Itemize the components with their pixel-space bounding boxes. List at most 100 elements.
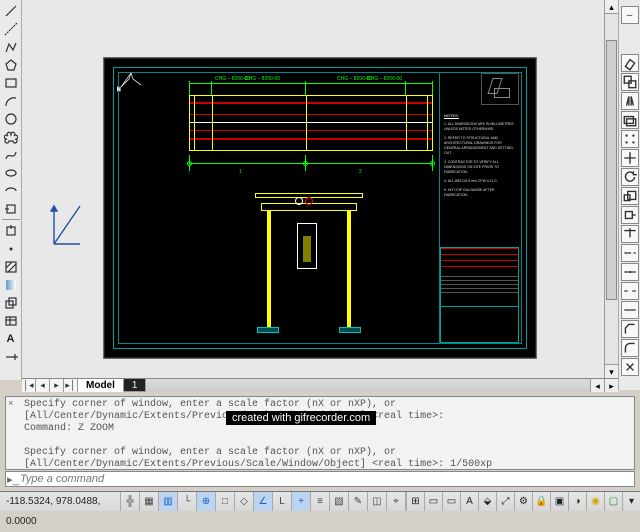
toggle-dyn[interactable]: + (292, 492, 311, 511)
move-tool[interactable] (621, 149, 639, 167)
break-at-point-tool[interactable] (621, 263, 639, 281)
polygon-tool[interactable] (2, 56, 20, 73)
toggle-3dosnap[interactable]: ◇ (235, 492, 254, 511)
tab-nav-next-icon[interactable]: ▸ (50, 379, 64, 392)
annotation-scale-icon[interactable]: A (460, 492, 478, 511)
table-tool[interactable] (2, 312, 20, 329)
dim-label: CHG – 8200-00 (245, 76, 280, 82)
workspace-switch-icon[interactable]: ⚙ (514, 492, 532, 511)
construction-line-tool[interactable] (2, 20, 20, 37)
erase-tool[interactable] (621, 54, 639, 72)
hscroll-right-icon[interactable]: ▸ (604, 379, 618, 392)
annotation-visibility-icon[interactable]: ⬙ (478, 492, 496, 511)
ucs-icon (50, 200, 82, 248)
tab-nav-prev-icon[interactable]: ◂ (36, 379, 50, 392)
toolbar-separator (2, 219, 20, 220)
toggle-grid[interactable]: ▥ (159, 492, 178, 511)
copy-tool[interactable] (621, 73, 639, 91)
array-tool[interactable] (621, 130, 639, 148)
drafting-toggles: ╬ ▦ ▥ └ ⊕ □ ◇ ∠ L + ≡ ▧ ✎ ◫ ⌖ (121, 492, 406, 511)
toggle-osnap[interactable]: □ (216, 492, 235, 511)
status-bar: -118.5324, 978.0488, 0.0000 ╬ ▦ ▥ └ ⊕ □ … (0, 491, 640, 511)
chamfer-tool[interactable] (621, 320, 639, 338)
svg-text:N: N (117, 87, 121, 93)
drawing-area[interactable]: N CHG – 8200-00 CHG – 8200-00 CHG – 8200… (22, 0, 618, 378)
tab-layout-1[interactable]: 1 (124, 379, 147, 392)
section-view (261, 193, 357, 333)
toggle-qp[interactable]: ✎ (349, 492, 368, 511)
mirror-tool[interactable] (621, 92, 639, 110)
hscroll-left-icon[interactable]: ◂ (590, 379, 604, 392)
line-tool[interactable] (2, 2, 20, 19)
arc-tool[interactable] (2, 92, 20, 109)
rotate-tool[interactable] (621, 168, 639, 186)
command-history[interactable]: × Specify corner of window, enter a scal… (5, 396, 635, 470)
toggle-ducs[interactable]: L (273, 492, 292, 511)
hscroll-track[interactable] (146, 379, 590, 392)
grid-label: 1 (239, 169, 242, 175)
modify-toolbar: – (618, 0, 640, 390)
model-paper-toggle[interactable]: ⊞ (406, 492, 424, 511)
tab-model[interactable]: Model (78, 379, 124, 392)
insert-block-tool[interactable] (2, 200, 20, 217)
toggle-sc[interactable]: ◫ (368, 492, 387, 511)
paper-space-viewport[interactable]: N CHG – 8200-00 CHG – 8200-00 CHG – 8200… (104, 58, 536, 358)
polyline-tool[interactable] (2, 38, 20, 55)
mtext-tool[interactable]: A (2, 330, 20, 347)
isolate-objects-icon[interactable]: ◑ (568, 492, 586, 511)
dimension-line-top: CHG – 8200-00 CHG – 8200-00 CHG – 8200-0… (189, 81, 433, 95)
addline-tool[interactable] (2, 348, 20, 365)
gradient-tool[interactable] (2, 276, 20, 293)
spline-tool[interactable] (2, 146, 20, 163)
customize-icon[interactable]: ▾ (622, 492, 640, 511)
elevation-view (189, 95, 433, 151)
vscroll-thumb[interactable] (606, 40, 617, 300)
clean-screen-icon[interactable]: ▢ (604, 492, 622, 511)
coordinate-readout[interactable]: -118.5324, 978.0488, 0.0000 (0, 492, 121, 511)
vscroll-up-icon[interactable]: ▴ (605, 0, 618, 14)
command-line[interactable]: ▸_ (5, 471, 635, 487)
window-minimize-icon[interactable]: – (621, 6, 639, 24)
region-tool[interactable] (2, 294, 20, 311)
break-tool[interactable] (621, 282, 639, 300)
rectangle-tool[interactable] (2, 74, 20, 91)
extend-tool[interactable] (621, 244, 639, 262)
trim-tool[interactable] (621, 225, 639, 243)
quick-view-layouts-icon[interactable]: ▭ (424, 492, 442, 511)
title-block-area: NOTES: 1. ALL DIMENSIONS ARE IN MILLIMET… (439, 73, 521, 343)
toggle-infer[interactable]: ╬ (121, 492, 140, 511)
toggle-am[interactable]: ⌖ (387, 492, 406, 511)
tab-nav-last-icon[interactable]: ▸│ (64, 379, 78, 392)
hatch-tool[interactable] (2, 258, 20, 275)
ellipse-tool[interactable] (2, 164, 20, 181)
join-tool[interactable] (621, 301, 639, 319)
vscroll-down-icon[interactable]: ▾ (605, 364, 618, 378)
toggle-ortho[interactable]: └ (178, 492, 197, 511)
close-icon[interactable]: × (8, 399, 18, 409)
toggle-snap[interactable]: ▦ (140, 492, 159, 511)
toggle-transparency[interactable]: ▧ (330, 492, 349, 511)
annotation-autoscale-icon[interactable]: ⤢ (496, 492, 514, 511)
scale-tool[interactable] (621, 187, 639, 205)
tab-nav-first-icon[interactable]: │◂ (22, 379, 36, 392)
toggle-lwt[interactable]: ≡ (311, 492, 330, 511)
toolbar-lock-icon[interactable]: 🔒 (532, 492, 550, 511)
explode-tool[interactable] (621, 358, 639, 376)
offset-tool[interactable] (621, 111, 639, 129)
ellipse-arc-tool[interactable] (2, 182, 20, 199)
hardware-accel-icon[interactable]: ▣ (550, 492, 568, 511)
command-history-text: Specify corner of window, enter a scale … (24, 399, 630, 470)
toggle-otrack[interactable]: ∠ (254, 492, 273, 511)
toggle-polar[interactable]: ⊕ (197, 492, 216, 511)
stretch-tool[interactable] (621, 206, 639, 224)
point-tool[interactable] (2, 240, 20, 257)
fillet-tool[interactable] (621, 339, 639, 357)
dim-label: CHG – 8200-00 (367, 76, 402, 82)
lightbulb-icon[interactable]: ◉ (586, 492, 604, 511)
command-input[interactable] (20, 473, 634, 485)
revision-cloud-tool[interactable] (2, 128, 20, 145)
vscroll-track[interactable]: ▴ ▾ (604, 0, 618, 378)
quick-view-drawings-icon[interactable]: ▭ (442, 492, 460, 511)
make-block-tool[interactable] (2, 222, 20, 239)
circle-tool[interactable] (2, 110, 20, 127)
